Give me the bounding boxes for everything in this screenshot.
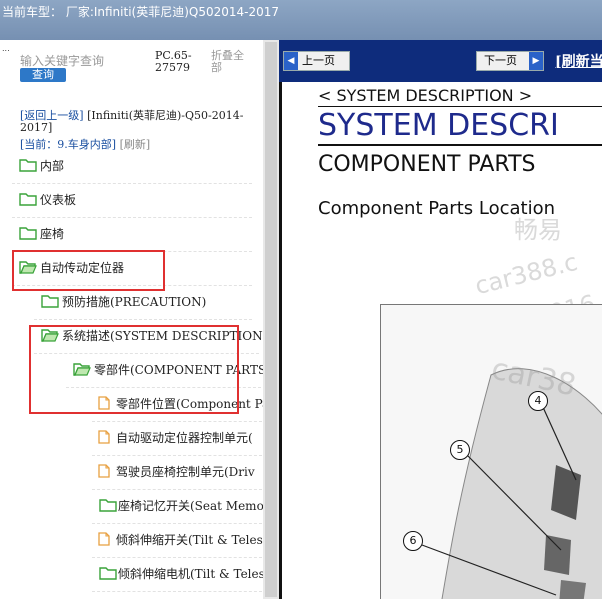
tree-item-label: 内部 (40, 159, 65, 173)
next-page-button[interactable]: 下一页 ▶ (476, 51, 544, 71)
vehicle-title: 当前车型： 厂家:Infiniti(英菲尼迪)Q502014-2017 (2, 5, 280, 19)
tree-item-seat[interactable]: 座椅 (12, 217, 252, 252)
section-title: COMPONENT PARTS (318, 152, 536, 177)
search-button[interactable]: 查询 (20, 68, 66, 82)
tree-item-dashboard[interactable]: 仪表板 (12, 183, 252, 218)
callout-5: 5 (450, 440, 470, 460)
search-input[interactable]: 输入关键字查询 (20, 52, 104, 69)
document-icon (98, 532, 110, 546)
tree-item-label: 自动驱动定位器控制单元( (116, 431, 253, 445)
tree-item-label: 倾斜伸缩开关(Tilt & Teles (116, 533, 263, 547)
folder-icon (41, 295, 59, 308)
sidebar-dots: ... (2, 44, 10, 53)
callout-4: 4 (528, 391, 548, 411)
highlight-box-auto-positioner (12, 250, 165, 291)
tree-item-label: 倾斜伸缩电机(Tilt & Teles (118, 567, 263, 581)
title-bar: 当前车型： 厂家:Infiniti(英菲尼迪)Q502014-2017 (0, 0, 602, 40)
folder-icon (99, 499, 117, 512)
sidebar: ... 输入关键字查询 查询 PC.65-27579 折叠全部 [返回上一级] … (0, 40, 263, 599)
divider (318, 106, 602, 107)
arrow-right-icon: ▶ (529, 52, 543, 70)
arrow-left-icon: ◀ (284, 52, 298, 70)
folder-icon (19, 193, 37, 206)
tree-item-label: 座椅 (40, 227, 65, 241)
tree-item-tilt-telescopic-motor[interactable]: 倾斜伸缩电机(Tilt & Teles (92, 557, 263, 592)
refresh-current-link[interactable]: [刷新当 (555, 51, 602, 71)
callout-6: 6 (403, 531, 423, 551)
tree-item-label: 座椅记忆开关(Seat Memo (118, 499, 263, 513)
page-title: SYSTEM DESCRI (318, 108, 559, 143)
tree-item-interior[interactable]: 内部 (12, 149, 252, 184)
sidebar-scrollbar[interactable] (263, 40, 279, 599)
tree-item-tilt-telescopic-switch[interactable]: 倾斜伸缩开关(Tilt & Teles (92, 523, 263, 558)
divider (318, 144, 602, 146)
tree-item-label: 仪表板 (40, 193, 77, 207)
page-nav-bar: ◀ 上一页 下一页 ▶ [刷新当 (279, 40, 602, 82)
tree-item-label: 驾驶员座椅控制单元(Driv (116, 465, 255, 479)
component-diagram: car38 4 5 6 (380, 304, 602, 599)
collapse-all-button[interactable]: 折叠全部 (211, 50, 251, 74)
pc-id-label: PC.65-27579 (155, 49, 192, 74)
section-label: < SYSTEM DESCRIPTION > (318, 86, 533, 105)
breadcrumb: [返回上一级] [Infiniti(英菲尼迪)-Q50-2014-2017] (20, 110, 255, 134)
highlight-box-component-parts (29, 325, 239, 414)
document-viewer: ◀ 上一页 下一页 ▶ [刷新当 < SYSTEM DESCRIPTION > … (279, 40, 602, 599)
folder-icon (19, 227, 37, 240)
scrollbar-thumb[interactable] (265, 42, 277, 597)
document-icon (98, 430, 110, 444)
prev-page-button[interactable]: ◀ 上一页 (283, 51, 350, 71)
watermark: 畅易 (514, 216, 562, 244)
folder-icon (19, 159, 37, 172)
tree-item-seat-memory-switch[interactable]: 座椅记忆开关(Seat Memo (92, 489, 263, 524)
tree-item-auto-position-control-unit[interactable]: 自动驱动定位器控制单元( (92, 421, 262, 456)
document-icon (98, 464, 110, 478)
tree-item-driver-seat-control-unit[interactable]: 驾驶员座椅控制单元(Driv (92, 455, 262, 490)
seat-diagram-image (421, 368, 602, 599)
folder-icon (99, 567, 117, 580)
manual-page: < SYSTEM DESCRIPTION > SYSTEM DESCRI COM… (279, 82, 602, 599)
watermark: car388.c (472, 247, 581, 301)
